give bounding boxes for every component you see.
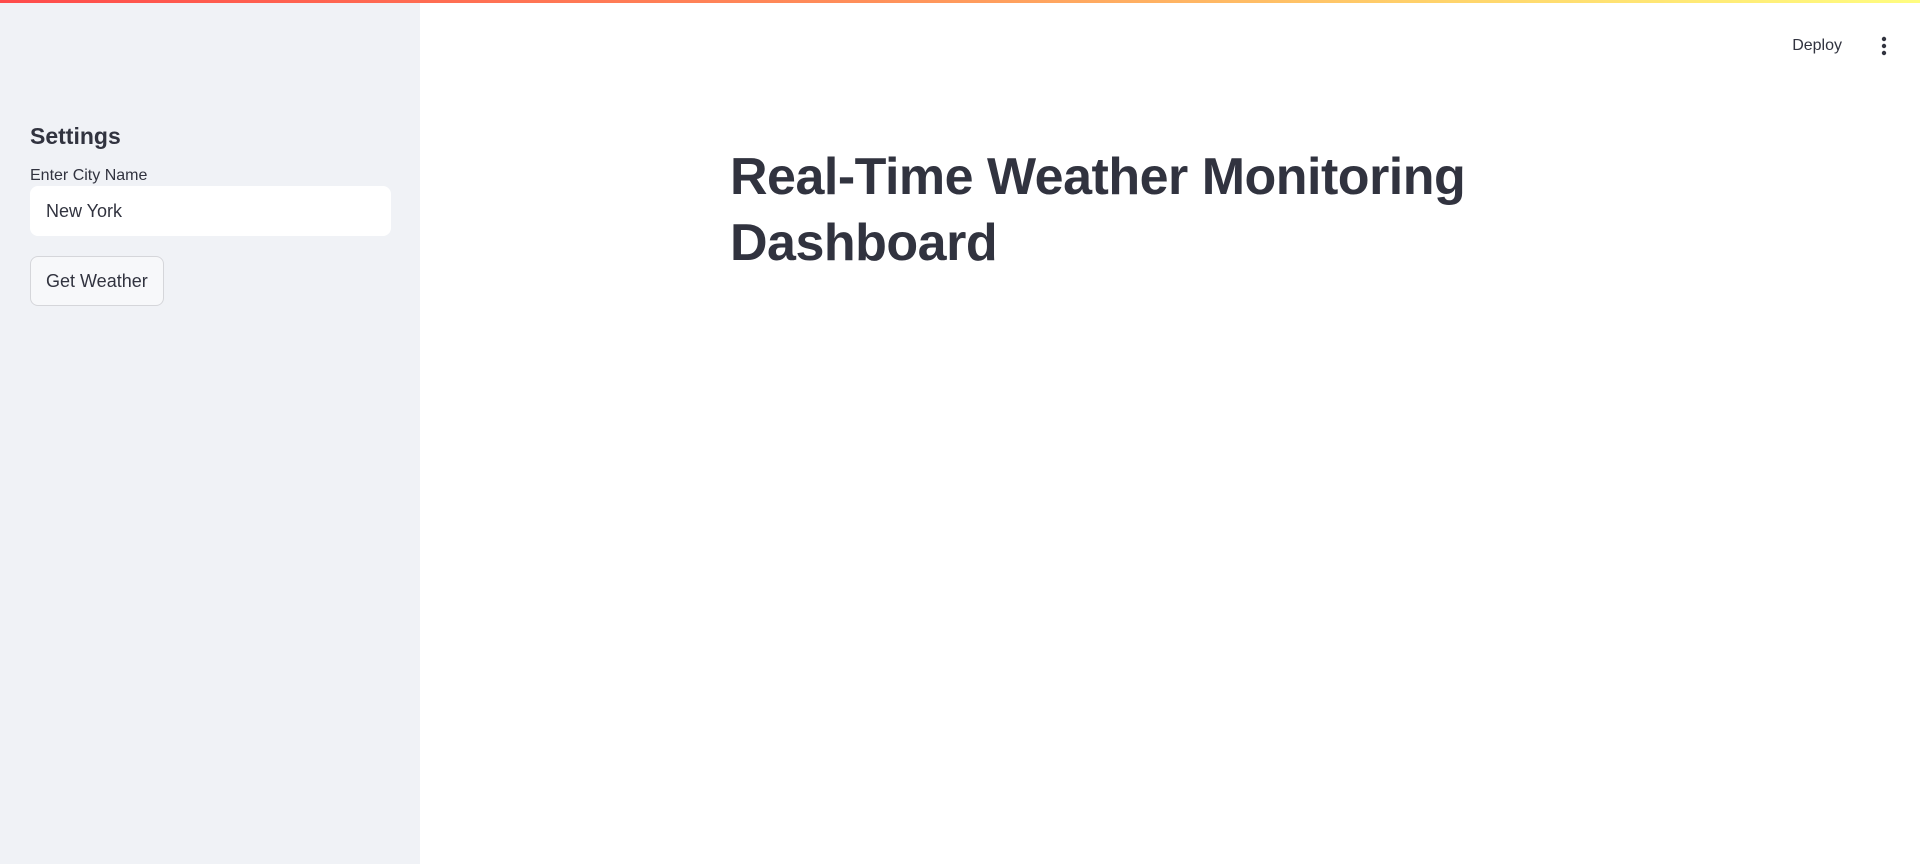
main-content: Deploy Real-Time Weather Monitoring Dash… [420,0,1920,864]
app-header: Deploy [420,0,1920,92]
sidebar: Settings Enter City Name Get Weather [0,0,420,864]
sidebar-content: Settings Enter City Name Get Weather [30,118,391,306]
city-name-label: Enter City Name [30,167,148,184]
page-title: Real-Time Weather Monitoring Dashboard [730,148,1466,272]
deploy-button[interactable]: Deploy [1780,31,1854,61]
sidebar-heading: Settings [30,123,121,149]
app-root: Settings Enter City Name Get Weather Dep… [0,0,1920,864]
city-name-input[interactable] [30,186,391,236]
top-decoration-bar [0,0,1920,3]
vertical-ellipsis-icon[interactable] [1870,32,1898,60]
get-weather-button[interactable]: Get Weather [30,256,164,306]
